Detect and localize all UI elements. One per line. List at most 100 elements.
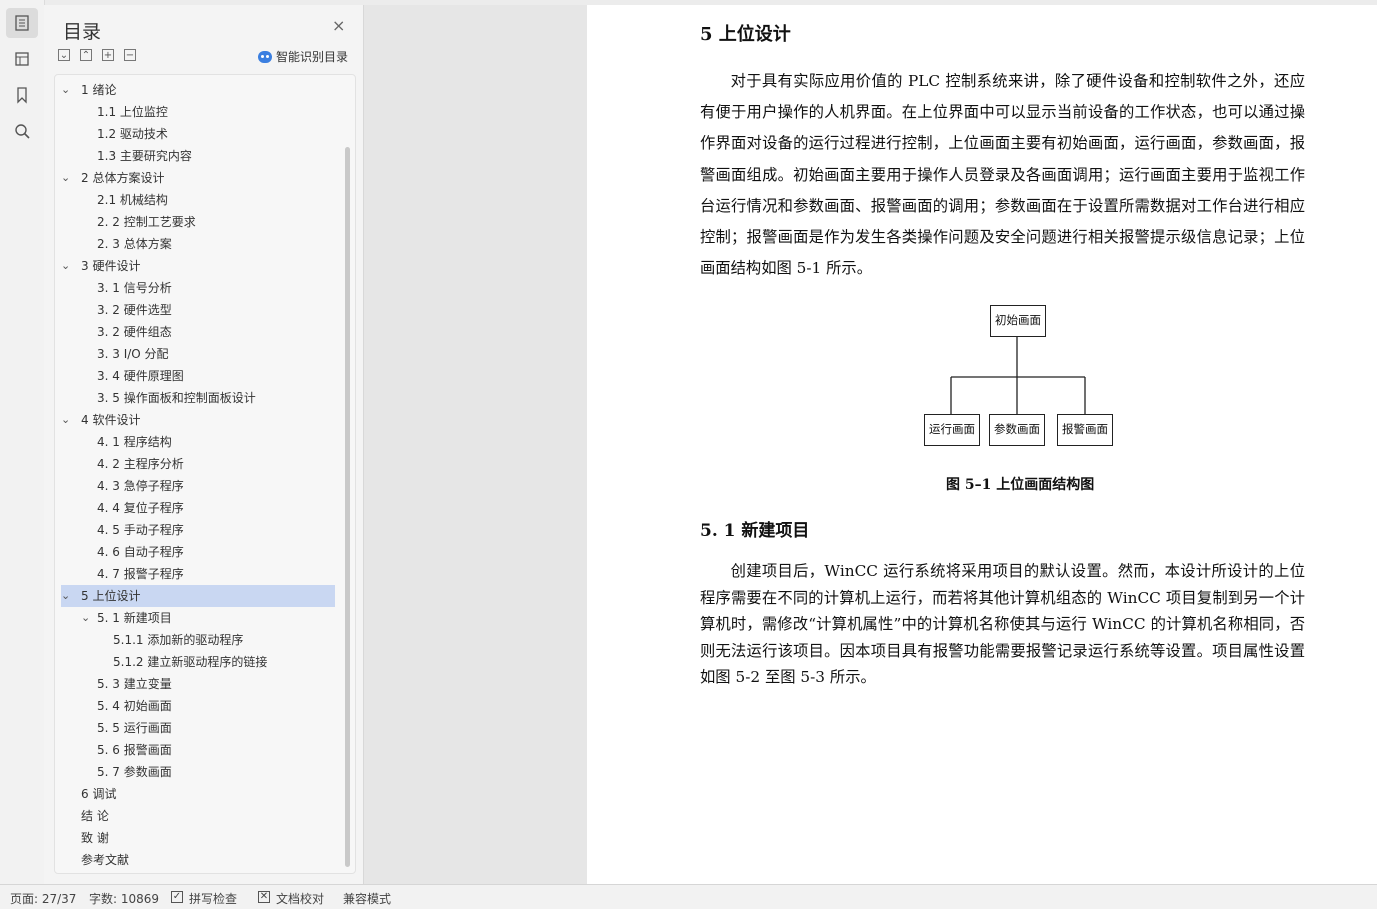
toc-item[interactable]: 参考文献: [61, 849, 335, 871]
toc-item[interactable]: 3. 5 操作面板和控制面板设计: [61, 387, 335, 409]
toc-item-label: 1.3 主要研究内容: [97, 149, 192, 163]
toc-item-label: 5 上位设计: [81, 589, 141, 603]
add-level-icon[interactable]: +: [102, 49, 114, 61]
toc-item[interactable]: 2.1 机械结构: [61, 189, 335, 211]
toc-item-label: 结 论: [81, 809, 109, 823]
toc-item-label: 4. 3 急停子程序: [97, 479, 184, 493]
toc-item[interactable]: 4. 1 程序结构: [61, 431, 335, 453]
toc-list-container: ⌄ 1 绪论 1.1 上位监控 1.2 驱动技术 1.3 主要研究内容 ⌄ 2 总体方案设计…: [54, 74, 356, 874]
toc-item-label: 3. 2 硬件组态: [97, 325, 172, 339]
figure-caption: 图 5–1 上位画面结构图: [946, 477, 1095, 493]
toc-panel: 目录 × ⌄ ⌃ + − 智能识别目录 ⌄ 1 绪论 1.1 上位监控 1.2 驱动技…: [44, 5, 364, 884]
toc-item[interactable]: 3. 3 I/O 分配: [61, 343, 335, 365]
toc-item-label: 5.1.2 建立新驱动程序的链接: [113, 655, 268, 669]
side-rail: [0, 0, 45, 884]
toc-item-label: 1 绪论: [81, 83, 117, 97]
toc-item-label: 2. 3 总体方案: [97, 237, 172, 251]
toc-item-label: 3. 2 硬件选型: [97, 303, 172, 317]
toc-item[interactable]: ⌄ 2 总体方案设计: [61, 167, 335, 189]
page-margin-area: [364, 5, 586, 884]
toc-item[interactable]: ⌄ 4 软件设计: [61, 409, 335, 431]
remove-level-icon[interactable]: −: [124, 49, 136, 61]
toc-item-label: 4. 1 程序结构: [97, 435, 172, 449]
toc-item[interactable]: 1.2 驱动技术: [61, 123, 335, 145]
smart-toc-button[interactable]: 智能识别目录: [258, 48, 348, 65]
toc-item[interactable]: 3. 4 硬件原理图: [61, 365, 335, 387]
diagram-node-root: 初始画面: [990, 305, 1046, 337]
toc-item[interactable]: 3. 2 硬件选型: [61, 299, 335, 321]
chevron-down-icon[interactable]: ⌄: [61, 255, 73, 277]
toc-item[interactable]: 1.3 主要研究内容: [61, 145, 335, 167]
toc-item-label: 4. 7 报警子程序: [97, 567, 184, 581]
toc-item[interactable]: 3. 2 硬件组态: [61, 321, 335, 343]
toc-item[interactable]: 4. 5 手动子程序: [61, 519, 335, 541]
toc-item[interactable]: ⌄ 1 绪论: [61, 79, 335, 101]
toc-panel-icon[interactable]: [6, 8, 38, 38]
spell-check-icon[interactable]: ✓: [171, 891, 183, 903]
toc-item[interactable]: 5. 4 初始画面: [61, 695, 335, 717]
toc-scrollbar[interactable]: [345, 147, 350, 867]
toc-item[interactable]: 2. 2 控制工艺要求: [61, 211, 335, 233]
toc-item[interactable]: 6 调试: [61, 783, 335, 805]
toc-item[interactable]: 5. 3 建立变量: [61, 673, 335, 695]
toc-item[interactable]: 4. 3 急停子程序: [61, 475, 335, 497]
toc-item[interactable]: 4. 6 自动子程序: [61, 541, 335, 563]
compat-mode-label[interactable]: 兼容模式: [343, 890, 391, 907]
toc-item[interactable]: 1.1 上位监控: [61, 101, 335, 123]
toc-item-label: 3. 4 硬件原理图: [97, 369, 184, 383]
search-icon[interactable]: [6, 116, 38, 146]
bookmark-icon[interactable]: [6, 80, 38, 110]
toc-item[interactable]: 4. 4 复位子程序: [61, 497, 335, 519]
toc-item[interactable]: 5.1.1 添加新的驱动程序: [61, 629, 335, 651]
toc-item[interactable]: 5.1.2 建立新驱动程序的链接: [61, 651, 335, 673]
toc-item-label: 3. 5 操作面板和控制面板设计: [97, 391, 256, 405]
proofread-label[interactable]: 文档校对: [276, 890, 324, 907]
toc-item[interactable]: 2. 3 总体方案: [61, 233, 335, 255]
toc-list: ⌄ 1 绪论 1.1 上位监控 1.2 驱动技术 1.3 主要研究内容 ⌄ 2 总体方案设计…: [61, 79, 335, 871]
proofread-icon[interactable]: ✕: [258, 891, 270, 903]
toc-toolbar: ⌄ ⌃ + −: [58, 49, 136, 61]
chevron-down-icon[interactable]: ⌄: [61, 79, 73, 101]
toc-item[interactable]: ⌄ 3 硬件设计: [61, 255, 335, 277]
toc-item[interactable]: ⌄ 5 上位设计: [61, 585, 335, 607]
paragraph-new-project[interactable]: 创建项目后，WinCC 运行系统将采用项目的默认设置。然而，本设计所设计的上位程…: [700, 558, 1305, 691]
diagram-node-run: 运行画面: [924, 414, 980, 446]
chevron-down-icon[interactable]: ⌄: [61, 585, 73, 607]
toc-item[interactable]: ⌄ 5. 1 新建项目: [61, 607, 335, 629]
toc-item-label: 致 谢: [81, 831, 109, 845]
structure-diagram: 初始画面 运行画面 参数画面 报警画面: [920, 300, 1120, 450]
nav-structure-icon[interactable]: [6, 44, 38, 74]
toc-item-label: 参考文献: [81, 853, 130, 867]
toc-item-label: 4 软件设计: [81, 413, 141, 427]
page-count[interactable]: 页面: 27/37: [10, 890, 76, 907]
toc-item[interactable]: 5. 7 参数画面: [61, 761, 335, 783]
diagram-node-param: 参数画面: [989, 414, 1045, 446]
toc-item[interactable]: 5. 6 报警画面: [61, 739, 335, 761]
toc-item[interactable]: 4. 2 主程序分析: [61, 453, 335, 475]
toc-item-label: 3. 3 I/O 分配: [97, 347, 169, 361]
toc-item[interactable]: 5. 5 运行画面: [61, 717, 335, 739]
toc-item-label: 2.1 机械结构: [97, 193, 168, 207]
toc-item[interactable]: 3. 1 信号分析: [61, 277, 335, 299]
collapse-all-icon[interactable]: ⌄: [58, 49, 70, 61]
toc-item-label: 4. 4 复位子程序: [97, 501, 184, 515]
toc-item[interactable]: 4. 7 报警子程序: [61, 563, 335, 585]
toc-item-label: 1.1 上位监控: [97, 105, 168, 119]
chevron-down-icon[interactable]: ⌄: [61, 167, 73, 189]
toc-item-label: 5. 1 新建项目: [97, 611, 172, 625]
chevron-down-icon[interactable]: ⌄: [61, 409, 73, 431]
toc-item-label: 5. 5 运行画面: [97, 721, 172, 735]
expand-up-icon[interactable]: ⌃: [80, 49, 92, 61]
toc-item-label: 4. 5 手动子程序: [97, 523, 184, 537]
close-icon[interactable]: ×: [332, 18, 346, 34]
toc-item-label: 5. 7 参数画面: [97, 765, 172, 779]
smart-toc-label: 智能识别目录: [276, 50, 349, 64]
toc-item[interactable]: 致 谢: [61, 827, 335, 849]
chevron-down-icon[interactable]: ⌄: [81, 607, 93, 629]
toc-item-label: 5. 4 初始画面: [97, 699, 172, 713]
paragraph-intro[interactable]: 对于具有实际应用价值的 PLC 控制系统来讲，除了硬件设备和控制软件之外，还应有…: [700, 66, 1305, 284]
word-count[interactable]: 字数: 10869: [89, 890, 159, 907]
status-bar: 页面: 27/37 字数: 10869 ✓ 拼写检查 ✕ 文档校对 兼容模式: [0, 884, 1377, 909]
toc-item[interactable]: 结 论: [61, 805, 335, 827]
spell-check-label[interactable]: 拼写检查: [189, 890, 237, 907]
